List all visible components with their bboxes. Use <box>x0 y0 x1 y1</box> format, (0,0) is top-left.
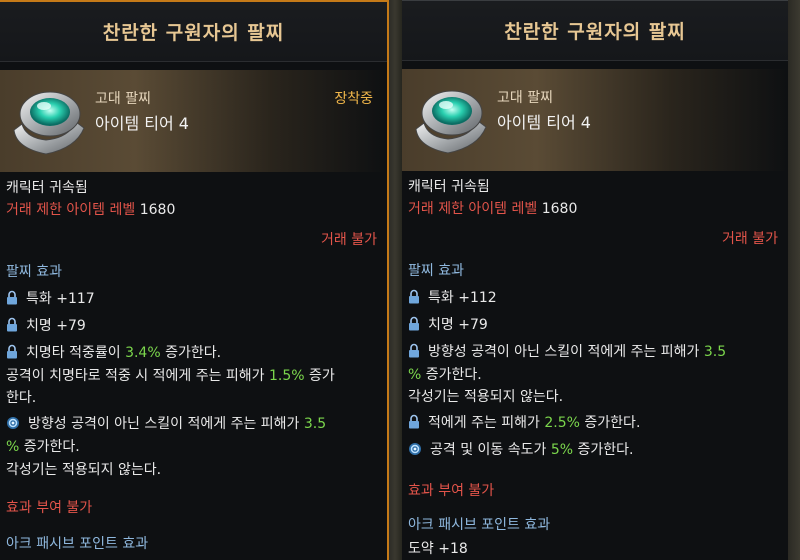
stat-value: 치명 +79 <box>26 318 86 334</box>
equipped-badge: 장착중 <box>334 91 373 107</box>
background-edge <box>788 0 800 560</box>
effect-text: 증가 <box>304 368 335 384</box>
effect-text: 증가한다. <box>579 415 641 431</box>
effect-note: 각성기는 적용되지 않는다. <box>6 462 162 478</box>
item-type: 고대 팔찌 <box>497 90 553 106</box>
effect-value: 3.5 <box>303 416 327 432</box>
effect-value: 1.5% <box>269 368 305 384</box>
ark-passive-title: 아크 패시브 포인트 효과 <box>6 536 149 552</box>
stat-row: 치명 +79 <box>6 316 86 336</box>
effect-text: 방향성 공격이 아닌 스킬이 적에게 주는 피해가 <box>28 416 304 432</box>
effect-row: 방향성 공격이 아닌 스킬이 적에게 주는 피해가 3.5 <box>6 414 326 434</box>
effect-text: 공격이 치명타로 적중 시 적에게 주는 피해가 <box>6 368 269 384</box>
effect-text: 증가한다. <box>19 439 80 455</box>
stat-value: 치명 +79 <box>428 317 488 333</box>
effect-value: 2.5% <box>544 415 580 431</box>
effect-text: 증가한다. <box>421 367 482 383</box>
trade-level-row: 거래 제한 아이템 레벨 1680 <box>408 199 577 219</box>
bracelet-icon <box>415 90 487 154</box>
item-tier: 아이템 티어 4 <box>95 114 189 133</box>
lock-icon <box>409 343 419 358</box>
trade-status: 거래 불가 <box>321 232 377 248</box>
ark-passive-value: 도약 +18 <box>408 541 468 557</box>
lock-icon <box>409 316 419 331</box>
item-name: 찬란한 구원자의 팔찌 <box>504 21 686 43</box>
lock-icon <box>7 344 17 359</box>
lock-icon <box>7 290 17 305</box>
bracelet-icon <box>13 91 85 155</box>
item-name: 찬란한 구원자의 팔찌 <box>102 22 285 44</box>
item-header: 고대 팔찌 아이템 티어 4 <box>402 69 788 171</box>
bound-status: 캐릭터 귀속됨 <box>408 179 490 195</box>
effect-value: % <box>408 367 422 383</box>
no-grant-label: 효과 부여 불가 <box>408 483 495 499</box>
stat-row: 특화 +117 <box>6 289 95 309</box>
effects-title: 팔찌 효과 <box>6 264 62 280</box>
background-strip <box>388 0 402 560</box>
ark-passive-title: 아크 패시브 포인트 효과 <box>408 517 551 533</box>
trade-level-value: 1680 <box>541 201 578 217</box>
trade-level-value: 1680 <box>139 202 176 218</box>
stat-row: 특화 +112 <box>408 288 497 308</box>
tooltip-equipped: 찬란한 구원자의 팔찌 고대 팔찌 아이템 티어 4 장착중 캐릭터 귀속됨 거… <box>0 0 389 560</box>
bound-status: 캐릭터 귀속됨 <box>6 180 88 196</box>
effect-text: 공격 및 이동 속도가 <box>430 442 551 458</box>
item-header: 고대 팔찌 아이템 티어 4 장착중 <box>0 70 387 172</box>
effect-row: 공격 및 이동 속도가 5% 증가한다. <box>408 440 633 460</box>
effect-row: 방향성 공격이 아닌 스킬이 적에게 주는 피해가 3.5 <box>408 342 726 362</box>
effect-row: 치명타 적중률이 3.4% 증가한다. <box>6 343 221 363</box>
effect-value: 3.5 <box>703 344 727 360</box>
orb-icon <box>7 417 19 429</box>
tooltip-title-bar: 찬란한 구원자의 팔찌 <box>0 2 387 62</box>
effect-row: % 증가한다. <box>6 437 80 457</box>
orb-icon <box>409 443 421 455</box>
effect-row: 공격이 치명타로 적중 시 적에게 주는 피해가 1.5% 증가 <box>6 366 335 386</box>
effect-row: % 증가한다. <box>408 365 482 385</box>
effect-text: 증가한다. <box>573 442 634 458</box>
trade-level-label: 거래 제한 아이템 레벨 <box>6 202 136 218</box>
item-tier: 아이템 티어 4 <box>497 113 591 132</box>
tooltip-title-bar: 찬란한 구원자의 팔찌 <box>402 1 788 61</box>
effect-value: 5% <box>550 442 574 458</box>
effect-row: 적에게 주는 피해가 2.5% 증가한다. <box>408 413 640 433</box>
no-grant-label: 효과 부여 불가 <box>6 500 93 516</box>
stat-value: 특화 +112 <box>428 290 497 306</box>
lock-icon <box>409 414 419 429</box>
effect-text: 한다. <box>6 390 37 406</box>
effect-note: 각성기는 적용되지 않는다. <box>408 389 564 405</box>
tooltip-compare: 찬란한 구원자의 팔찌 고대 팔찌 아이템 티어 4 캐릭터 귀속됨 거래 제한… <box>402 0 788 560</box>
effect-value: 3.4% <box>125 345 161 361</box>
item-type: 고대 팔찌 <box>95 91 151 107</box>
lock-icon <box>409 289 419 304</box>
trade-level-label: 거래 제한 아이템 레벨 <box>408 201 538 217</box>
effect-text: 증가한다. <box>160 345 222 361</box>
stat-value: 특화 +117 <box>26 291 95 307</box>
effect-text: 방향성 공격이 아닌 스킬이 적에게 주는 피해가 <box>428 344 704 360</box>
trade-level-row: 거래 제한 아이템 레벨 1680 <box>6 200 175 220</box>
stat-row: 치명 +79 <box>408 315 488 335</box>
effect-value: % <box>6 439 20 455</box>
lock-icon <box>7 317 17 332</box>
effects-title: 팔찌 효과 <box>408 263 464 279</box>
trade-status: 거래 불가 <box>722 231 778 247</box>
effect-text: 치명타 적중률이 <box>26 345 126 361</box>
effect-text: 적에게 주는 피해가 <box>428 415 545 431</box>
